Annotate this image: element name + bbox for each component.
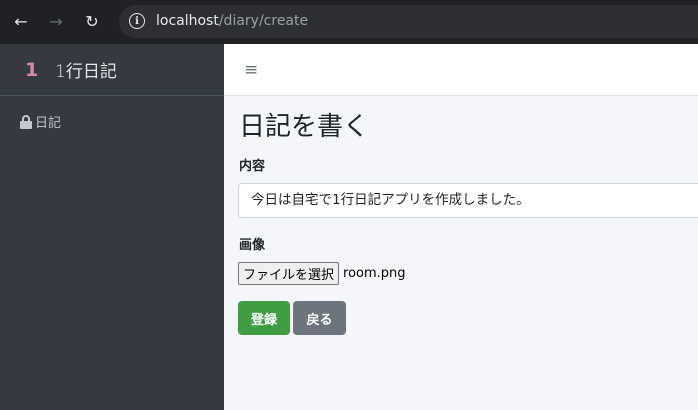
sidebar-item-label: 日記: [35, 116, 62, 131]
back-button[interactable]: 戻る: [293, 301, 346, 335]
forward-arrow-icon[interactable]: →: [45, 10, 67, 32]
back-arrow-icon[interactable]: ←: [10, 10, 32, 32]
hamburger-menu-icon[interactable]: ≡: [244, 60, 258, 80]
brand-logo: 1: [25, 58, 39, 81]
browser-toolbar: ← → ↻ i localhost/diary/create: [0, 0, 698, 44]
submit-button[interactable]: 登録: [238, 301, 290, 335]
sidebar-item-diary[interactable]: 日記: [20, 112, 61, 131]
main-content: 日記を書く 内容 今日は自宅で1行日記アプリを作成しました。 画像 ファイルを選…: [224, 96, 698, 410]
address-bar[interactable]: i localhost/diary/create: [119, 5, 698, 38]
content-input[interactable]: 今日は自宅で1行日記アプリを作成しました。: [238, 183, 698, 218]
brand-link[interactable]: 1 1行日記: [0, 44, 224, 96]
sidebar: 1 1行日記 日記: [0, 44, 224, 410]
lock-icon: [20, 114, 32, 129]
url-path: /diary/create: [218, 13, 309, 29]
brand-text: 1行日記: [55, 62, 117, 82]
selected-file-name: room.png: [343, 266, 406, 281]
content-label: 内容: [239, 159, 266, 174]
image-label: 画像: [239, 238, 266, 253]
reload-icon[interactable]: ↻: [81, 10, 103, 32]
url-text[interactable]: localhost/diary/create: [156, 13, 308, 29]
site-info-icon[interactable]: i: [129, 13, 145, 29]
page-title: 日記を書く: [239, 112, 370, 142]
url-host: localhost: [156, 13, 219, 29]
choose-file-button[interactable]: ファイルを選択: [238, 262, 340, 285]
top-navbar: ≡: [224, 44, 698, 96]
image-file-input: ファイルを選択 room.png: [238, 262, 406, 285]
